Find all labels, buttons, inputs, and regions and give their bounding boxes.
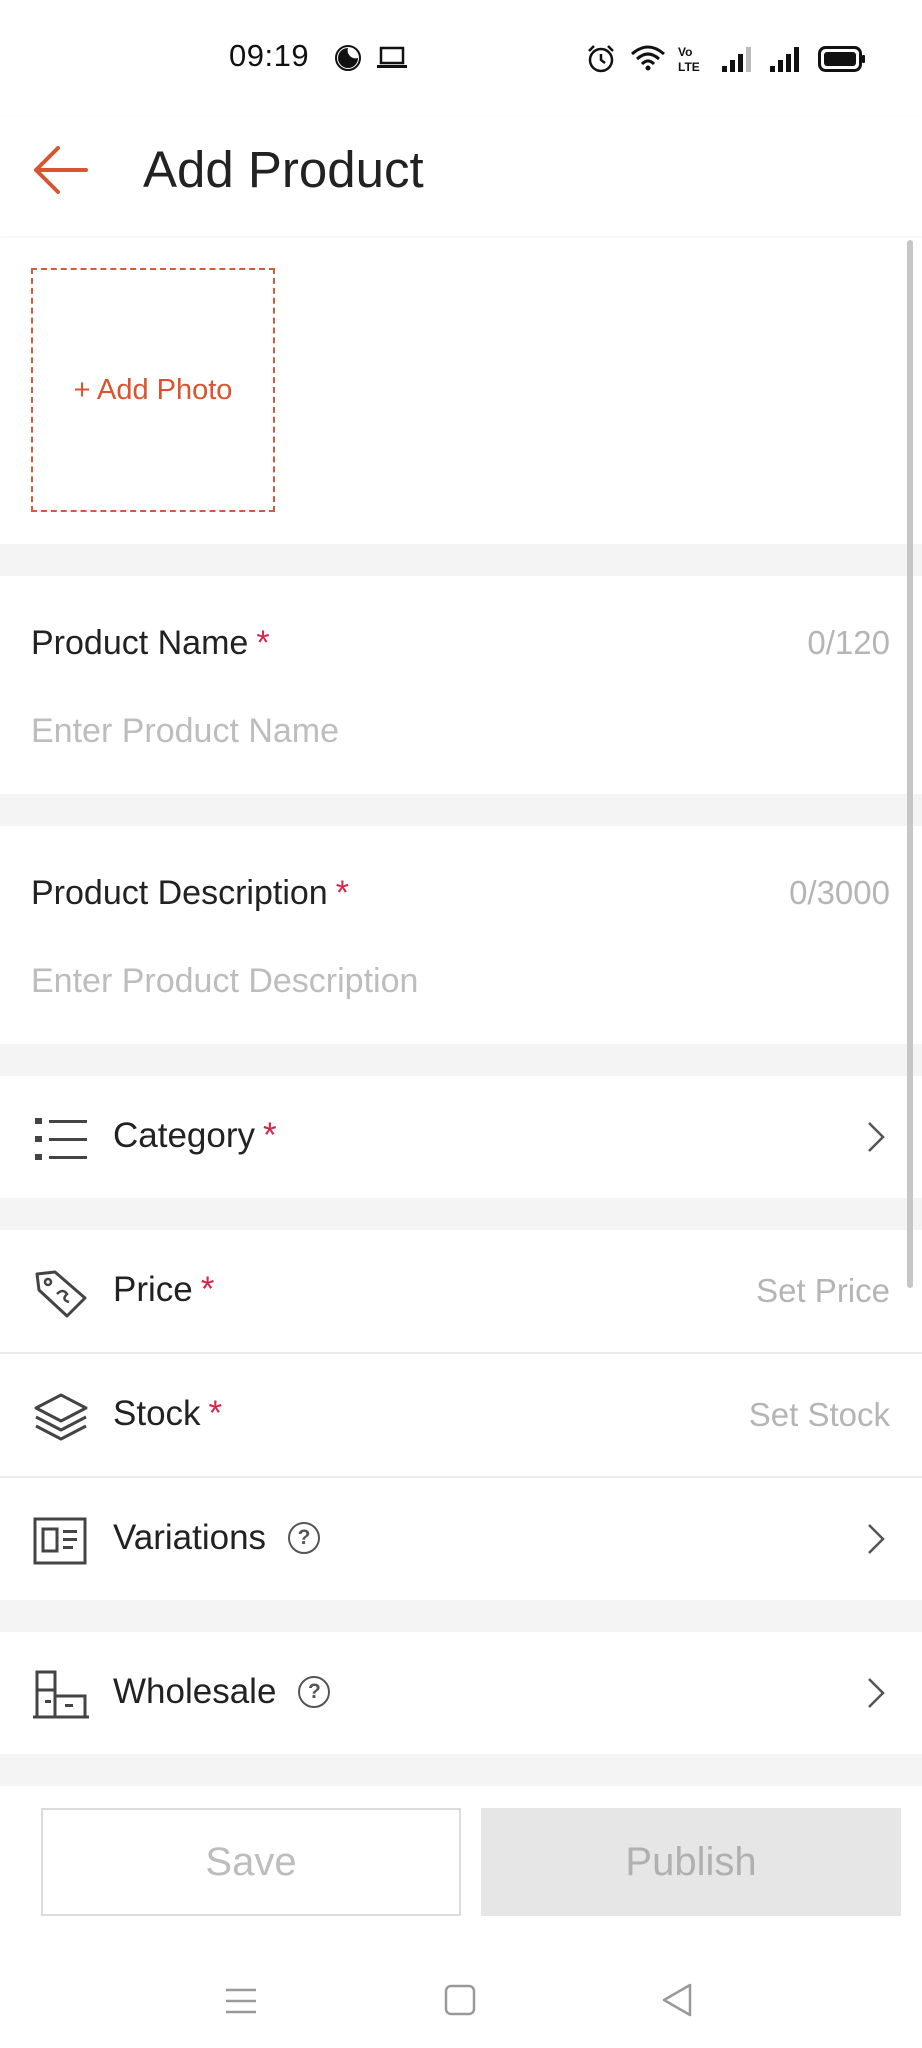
- price-value: Set Price: [756, 1272, 890, 1309]
- variations-label-text: Variations: [113, 1518, 267, 1557]
- product-description-counter: 0/3000: [789, 874, 890, 911]
- moon-icon: [335, 45, 361, 71]
- add-photo-label: + Add Photo: [73, 373, 233, 406]
- battery-icon: [818, 46, 865, 72]
- help-icon[interactable]: ?: [288, 1522, 321, 1554]
- photo-section: + Add Photo: [0, 238, 922, 544]
- wholesale-label-text: Wholesale: [113, 1672, 277, 1711]
- publish-button[interactable]: Publish: [481, 1808, 901, 1916]
- category-label-text: Category: [113, 1116, 256, 1155]
- back-nav-icon[interactable]: [660, 1982, 694, 2018]
- price-label-text: Price: [113, 1270, 193, 1309]
- required-mark: *: [208, 1394, 223, 1433]
- home-nav-icon[interactable]: [444, 1984, 476, 2016]
- variations-label: Variations?: [113, 1518, 321, 1558]
- save-button[interactable]: Save: [41, 1808, 461, 1916]
- signal-icon: [722, 47, 751, 72]
- page-title: Add Product: [143, 141, 424, 198]
- variations-row[interactable]: Variations?: [0, 1478, 922, 1600]
- chevron-right-icon: [868, 1678, 885, 1708]
- product-name-label-text: Product Name: [31, 624, 249, 662]
- add-photo-button[interactable]: + Add Photo: [31, 268, 275, 512]
- wholesale-label: Wholesale?: [113, 1672, 331, 1712]
- product-description-input[interactable]: Enter Product Description: [31, 962, 418, 1001]
- back-arrow-icon[interactable]: [28, 138, 92, 202]
- price-row[interactable]: Price * Set Price: [0, 1230, 922, 1352]
- app-header: Add Product: [0, 118, 922, 236]
- stock-label-text: Stock: [113, 1394, 201, 1433]
- stock-row[interactable]: Stock * Set Stock: [0, 1354, 922, 1476]
- chevron-right-icon: [868, 1524, 885, 1554]
- required-mark: *: [335, 874, 349, 912]
- product-description-label-text: Product Description: [31, 874, 328, 912]
- wifi-icon: [631, 45, 665, 71]
- menu-nav-icon[interactable]: [224, 1986, 258, 2016]
- svg-text:Vo: Vo: [678, 45, 692, 59]
- scrollbar[interactable]: [907, 240, 913, 1288]
- svg-text:LTE: LTE: [678, 60, 700, 74]
- product-name-counter: 0/120: [807, 624, 890, 661]
- stock-label: Stock *: [113, 1394, 222, 1434]
- status-bar: 09:19 Vo LTE: [0, 0, 922, 118]
- wholesale-row[interactable]: Wholesale?: [0, 1632, 922, 1754]
- section-gap: [0, 1600, 922, 1632]
- price-tag-icon: [35, 1270, 87, 1318]
- price-label: Price *: [113, 1270, 214, 1310]
- category-row[interactable]: Category *: [0, 1076, 922, 1198]
- required-mark: *: [200, 1270, 215, 1309]
- layers-icon: [34, 1393, 88, 1441]
- required-mark: *: [263, 1116, 277, 1155]
- help-icon[interactable]: ?: [298, 1676, 331, 1708]
- required-mark: *: [256, 624, 270, 662]
- list-icon: [35, 1118, 87, 1160]
- product-description-field[interactable]: Product Description * 0/3000 Enter Produc…: [0, 826, 922, 1044]
- product-name-input[interactable]: Enter Product Name: [31, 712, 339, 751]
- bottom-action-bar: Save Publish: [0, 1786, 922, 2048]
- product-description-label: Product Description *: [31, 874, 349, 913]
- chevron-right-icon: [868, 1122, 885, 1152]
- variations-icon: [33, 1517, 87, 1565]
- product-name-field[interactable]: Product Name * 0/120 Enter Product Name: [0, 576, 922, 794]
- signal-icon: [770, 47, 799, 72]
- stock-value: Set Stock: [748, 1396, 890, 1433]
- volte-icon: Vo LTE: [678, 45, 700, 74]
- laptop-icon: [377, 46, 407, 68]
- section-gap: [0, 1198, 922, 1230]
- category-label: Category *: [113, 1116, 277, 1156]
- section-gap: [0, 544, 922, 576]
- section-gap: [0, 794, 922, 826]
- wholesale-icon: [33, 1670, 89, 1719]
- status-time: 09:19: [229, 38, 310, 73]
- product-name-label: Product Name *: [31, 624, 270, 663]
- alarm-icon: [588, 45, 614, 73]
- section-gap: [0, 1754, 922, 1786]
- section-gap: [0, 1044, 922, 1076]
